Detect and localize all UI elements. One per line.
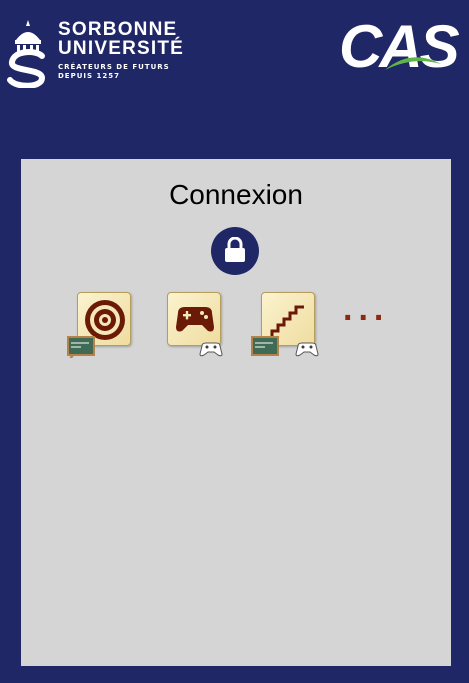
controller-icon (199, 342, 223, 357)
login-method-gamepad[interactable] (157, 292, 223, 360)
university-name-line1: SORBONNE (58, 19, 178, 40)
university-tagline: CRÉATEURS DE FUTURS (58, 63, 170, 71)
sorbonne-emblem-icon (7, 20, 46, 88)
login-panel: Connexion ... (21, 159, 451, 666)
lock-badge (211, 227, 259, 275)
lock-icon (225, 237, 245, 262)
university-name-line2: UNIVERSITÉ (58, 38, 185, 59)
login-method-target[interactable] (67, 292, 131, 360)
controller-icon (295, 342, 319, 357)
page-title: Connexion (169, 179, 303, 210)
chalkboard-icon (67, 336, 95, 358)
method-tile[interactable] (167, 292, 221, 346)
login-methods: ... (21, 292, 451, 362)
cas-swoosh-icon (385, 57, 441, 70)
more-methods-ellipsis[interactable]: ... (343, 292, 389, 326)
login-method-staircase[interactable] (251, 292, 319, 360)
chalkboard-icon (251, 336, 279, 356)
university-founding-year: DEPUIS 1257 (58, 72, 120, 80)
header: SORBONNE UNIVERSITÉ CRÉATEURS DE FUTURS … (0, 0, 469, 110)
cas-logo[interactable]: CAS (339, 14, 460, 82)
gamepad-icon (176, 307, 214, 332)
sorbonne-universite-logo[interactable]: SORBONNE UNIVERSITÉ CRÉATEURS DE FUTURS … (6, 18, 196, 88)
